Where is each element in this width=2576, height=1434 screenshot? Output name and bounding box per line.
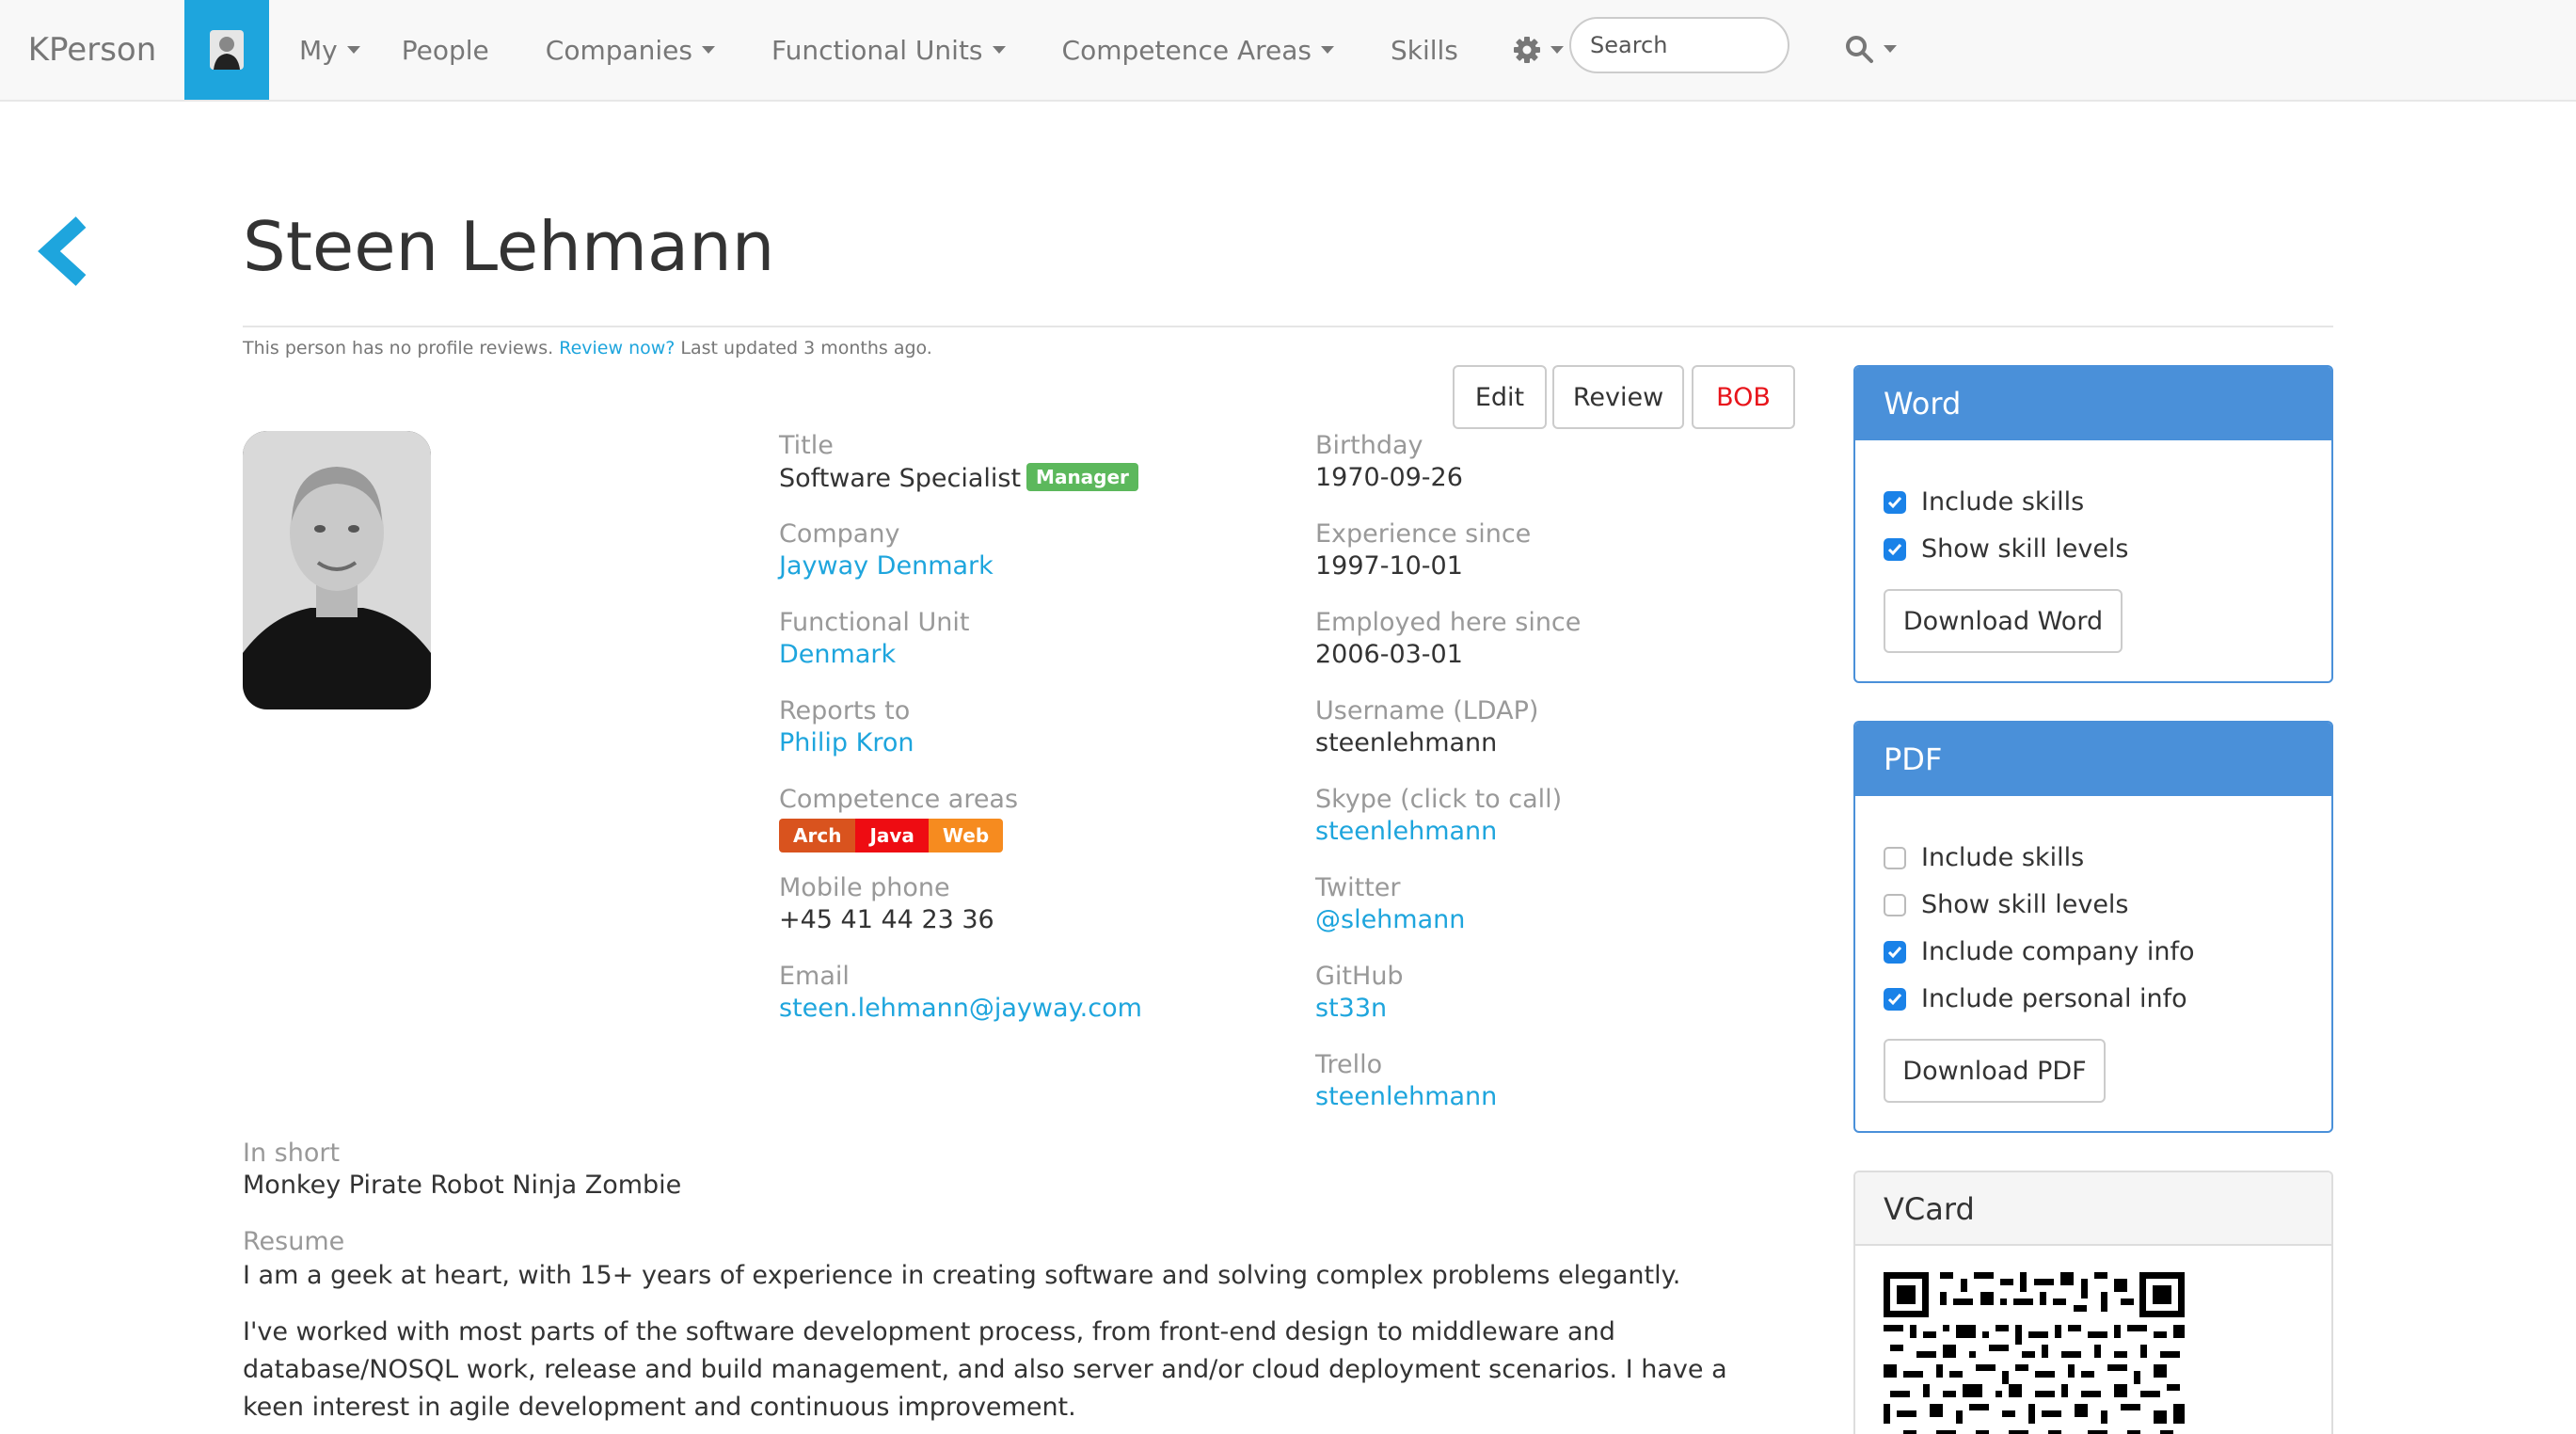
pdf-include-personal-info-checkbox[interactable]: Include personal info <box>1884 984 2187 1013</box>
manager-badge: Manager <box>1026 463 1138 491</box>
vcard-panel-title: VCard <box>1855 1172 2331 1246</box>
checkbox-checked-icon <box>1884 987 1906 1011</box>
settings-menu[interactable] <box>1513 1 1564 99</box>
pdf-panel: PDF Include skills Show skill levels Inc… <box>1853 721 2333 1133</box>
resume-paragraph-2: I've worked with most parts of the softw… <box>243 1317 1727 1422</box>
checkbox-checked-icon <box>1884 537 1906 561</box>
title-label: Title <box>779 431 834 460</box>
mobile-value: +45 41 44 23 36 <box>779 905 994 934</box>
caret-down-icon <box>702 46 715 54</box>
twitter-label: Twitter <box>1315 873 1401 902</box>
email-link[interactable]: steen.lehmann@jayway.com <box>779 994 1142 1023</box>
download-word-button[interactable]: Download Word <box>1884 589 2123 653</box>
employed-label: Employed here since <box>1315 608 1582 637</box>
functional-unit-label: Functional Unit <box>779 608 970 637</box>
review-note: This person has no profile reviews. Revi… <box>243 338 932 358</box>
competence-badge-java[interactable]: Java <box>855 819 929 852</box>
twitter-link[interactable]: @slehmann <box>1315 905 1465 934</box>
resume-paragraph-1: I am a geek at heart, with 15+ years of … <box>243 1261 1681 1290</box>
download-pdf-button[interactable]: Download PDF <box>1884 1039 2106 1103</box>
skype-label: Skype (click to call) <box>1315 785 1563 814</box>
nav-my[interactable]: My <box>299 1 360 99</box>
skype-link[interactable]: steenlehmann <box>1315 817 1497 846</box>
caret-down-icon <box>992 46 1006 54</box>
gear-icon <box>1513 37 1540 63</box>
company-label: Company <box>779 519 900 549</box>
caret-down-icon <box>1884 45 1897 53</box>
caret-down-icon <box>1550 46 1564 54</box>
title-value: Software Specialist Manager <box>779 463 1138 493</box>
birthday-value: 1970-09-26 <box>1315 463 1463 492</box>
word-panel-title: Word <box>1855 367 2331 440</box>
word-panel: Word Include skills Show skill levels Do… <box>1853 365 2333 683</box>
vcard-panel: VCard <box>1853 1171 2333 1434</box>
github-link[interactable]: st33n <box>1315 994 1387 1023</box>
reports-to-link[interactable]: Philip Kron <box>779 728 914 757</box>
username-label: Username (LDAP) <box>1315 696 1539 725</box>
username-value: steenlehmann <box>1315 728 1498 757</box>
nav-competence-areas[interactable]: Competence Areas <box>1062 1 1334 99</box>
checkbox-checked-icon <box>1884 940 1906 964</box>
experience-value: 1997-10-01 <box>1315 551 1463 581</box>
bob-button[interactable]: BOB <box>1692 365 1795 429</box>
page-title: Steen Lehmann <box>243 207 775 286</box>
word-include-skills-checkbox[interactable]: Include skills <box>1884 487 2084 517</box>
brand-logo[interactable]: KPerson <box>0 1 184 99</box>
experience-label: Experience since <box>1315 519 1532 549</box>
title-divider <box>243 326 2333 327</box>
competence-badges: Arch Java Web <box>779 819 1004 852</box>
profile-photo-image <box>243 431 431 709</box>
competence-areas-label: Competence areas <box>779 785 1019 814</box>
top-navbar: KPerson My People Companies Functional U… <box>0 0 2576 102</box>
in-short-value: Monkey Pirate Robot Ninja Zombie <box>243 1171 682 1200</box>
checkbox-checked-icon <box>1884 490 1906 514</box>
competence-badge-web[interactable]: Web <box>928 819 1004 852</box>
search-menu[interactable] <box>1844 0 1897 98</box>
in-short-label: In short <box>243 1139 341 1168</box>
review-now-link[interactable]: Review now? <box>559 338 675 358</box>
search-input[interactable] <box>1569 17 1789 73</box>
functional-unit-link[interactable]: Denmark <box>779 640 896 669</box>
review-button[interactable]: Review <box>1552 365 1684 429</box>
birthday-label: Birthday <box>1315 431 1423 460</box>
pdf-include-company-info-checkbox[interactable]: Include company info <box>1884 937 2195 966</box>
nav-skills[interactable]: Skills <box>1391 1 1458 99</box>
checkbox-unchecked-icon <box>1884 893 1906 916</box>
employed-value: 2006-03-01 <box>1315 640 1463 669</box>
company-link[interactable]: Jayway Denmark <box>779 551 994 581</box>
competence-badge-arch[interactable]: Arch <box>779 819 856 852</box>
pdf-show-skill-levels-checkbox[interactable]: Show skill levels <box>1884 890 2129 919</box>
trello-label: Trello <box>1315 1050 1383 1079</box>
resume-label: Resume <box>243 1227 345 1256</box>
nav-companies[interactable]: Companies <box>546 1 715 99</box>
back-chevron-icon[interactable] <box>36 215 92 288</box>
pdf-panel-title: PDF <box>1855 723 2331 796</box>
qr-code-icon <box>1884 1272 2185 1434</box>
edit-button[interactable]: Edit <box>1453 365 1547 429</box>
nav-people[interactable]: People <box>402 1 489 99</box>
pdf-include-skills-checkbox[interactable]: Include skills <box>1884 843 2084 872</box>
caret-down-icon <box>1320 46 1334 54</box>
email-label: Email <box>779 962 850 991</box>
word-show-skill-levels-checkbox[interactable]: Show skill levels <box>1884 534 2129 564</box>
checkbox-unchecked-icon <box>1884 846 1906 869</box>
reports-to-label: Reports to <box>779 696 911 725</box>
nav-functional-units[interactable]: Functional Units <box>771 1 1006 99</box>
trello-link[interactable]: steenlehmann <box>1315 1082 1497 1111</box>
user-avatar[interactable] <box>184 0 269 100</box>
mobile-label: Mobile phone <box>779 873 950 902</box>
github-label: GitHub <box>1315 962 1404 991</box>
profile-photo <box>243 431 431 709</box>
avatar-icon <box>210 30 244 70</box>
search-icon <box>1846 36 1873 63</box>
caret-down-icon <box>346 46 360 54</box>
